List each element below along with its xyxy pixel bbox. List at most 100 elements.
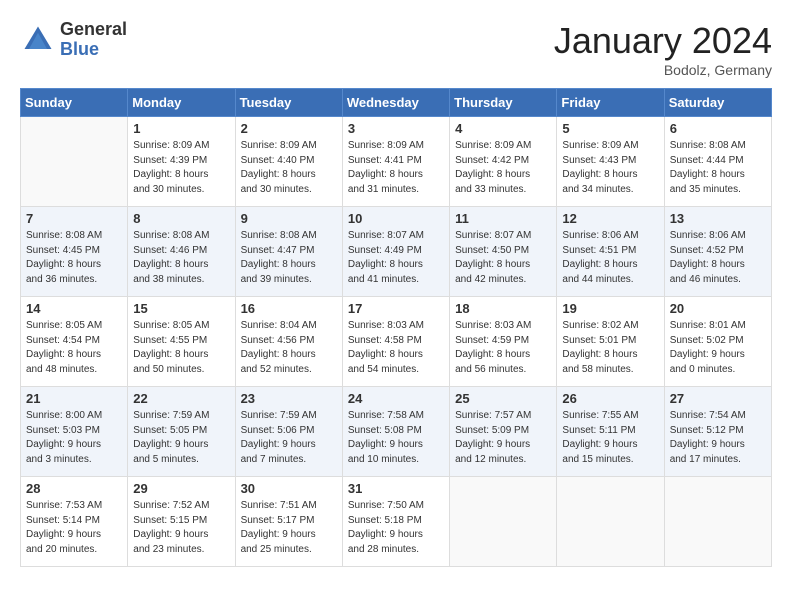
location: Bodolz, Germany [554,62,772,78]
page-header: General Blue January 2024 Bodolz, German… [20,20,772,78]
day-info: Sunrise: 7:53 AM Sunset: 5:14 PM Dayligh… [26,499,122,557]
calendar-cell: 29 Sunrise: 7:52 AM Sunset: 5:15 PM Dayli… [128,477,235,567]
weekday-header-sunday: Sunday [21,89,128,117]
logo-text: General Blue [60,20,127,60]
calendar-cell: 24 Sunrise: 7:58 AM Sunset: 5:08 PM Dayli… [342,387,449,477]
day-number: 19 [562,301,658,316]
day-number: 16 [241,301,337,316]
day-info: Sunrise: 8:08 AM Sunset: 4:47 PM Dayligh… [241,229,337,287]
calendar-cell: 8 Sunrise: 8:08 AM Sunset: 4:46 PM Daylig… [128,207,235,297]
day-number: 18 [455,301,551,316]
week-row-2: 14Sunrise: 8:05 AM Sunset: 4:54 PM Dayli… [21,297,772,387]
day-info: Sunrise: 8:00 AM Sunset: 5:03 PM Dayligh… [26,409,122,467]
day-info: Sunrise: 8:09 AM Sunset: 4:39 PM Dayligh… [133,139,229,197]
day-number: 24 [348,391,444,406]
calendar-cell: 11Sunrise: 8:07 AM Sunset: 4:50 PM Dayli… [450,207,557,297]
day-info: Sunrise: 7:59 AM Sunset: 5:05 PM Dayligh… [133,409,229,467]
day-info: Sunrise: 8:03 AM Sunset: 4:58 PM Dayligh… [348,319,444,377]
day-info: Sunrise: 8:06 AM Sunset: 4:52 PM Dayligh… [670,229,766,287]
calendar-cell: 23Sunrise: 7:59 AM Sunset: 5:06 PM Dayli… [235,387,342,477]
title-area: January 2024 Bodolz, Germany [554,20,772,78]
day-info: Sunrise: 8:08 AM Sunset: 4:45 PM Dayligh… [26,229,122,287]
day-info: Sunrise: 8:05 AM Sunset: 4:55 PM Dayligh… [133,319,229,377]
week-row-0: 1 Sunrise: 8:09 AM Sunset: 4:39 PM Daylig… [21,117,772,207]
day-info: Sunrise: 7:58 AM Sunset: 5:08 PM Dayligh… [348,409,444,467]
day-info: Sunrise: 8:03 AM Sunset: 4:59 PM Dayligh… [455,319,551,377]
calendar-cell: 27Sunrise: 7:54 AM Sunset: 5:12 PM Dayli… [664,387,771,477]
calendar-cell: 22 Sunrise: 7:59 AM Sunset: 5:05 PM Dayli… [128,387,235,477]
calendar-cell: 18 Sunrise: 8:03 AM Sunset: 4:59 PM Dayli… [450,297,557,387]
day-info: Sunrise: 8:06 AM Sunset: 4:51 PM Dayligh… [562,229,658,287]
calendar-cell: 13 Sunrise: 8:06 AM Sunset: 4:52 PM Dayli… [664,207,771,297]
logo-general: General [60,20,127,40]
logo-icon [20,22,56,58]
day-info: Sunrise: 7:57 AM Sunset: 5:09 PM Dayligh… [455,409,551,467]
day-number: 7 [26,211,122,226]
day-info: Sunrise: 8:08 AM Sunset: 4:44 PM Dayligh… [670,139,766,197]
day-number: 30 [241,481,337,496]
calendar-cell: 1 Sunrise: 8:09 AM Sunset: 4:39 PM Daylig… [128,117,235,207]
day-number: 4 [455,121,551,136]
calendar-cell: 30 Sunrise: 7:51 AM Sunset: 5:17 PM Dayli… [235,477,342,567]
day-number: 6 [670,121,766,136]
day-info: Sunrise: 7:59 AM Sunset: 5:06 PM Dayligh… [241,409,337,467]
calendar-cell [450,477,557,567]
calendar-cell: 15Sunrise: 8:05 AM Sunset: 4:55 PM Dayli… [128,297,235,387]
calendar-cell: 14Sunrise: 8:05 AM Sunset: 4:54 PM Dayli… [21,297,128,387]
month-title: January 2024 [554,20,772,62]
day-info: Sunrise: 8:08 AM Sunset: 4:46 PM Dayligh… [133,229,229,287]
day-number: 1 [133,121,229,136]
calendar-cell: 3 Sunrise: 8:09 AM Sunset: 4:41 PM Daylig… [342,117,449,207]
calendar-cell: 2Sunrise: 8:09 AM Sunset: 4:40 PM Daylig… [235,117,342,207]
day-info: Sunrise: 8:02 AM Sunset: 5:01 PM Dayligh… [562,319,658,377]
calendar-table: SundayMondayTuesdayWednesdayThursdayFrid… [20,88,772,567]
weekday-header-wednesday: Wednesday [342,89,449,117]
day-number: 25 [455,391,551,406]
calendar-cell: 7 Sunrise: 8:08 AM Sunset: 4:45 PM Daylig… [21,207,128,297]
day-info: Sunrise: 8:09 AM Sunset: 4:43 PM Dayligh… [562,139,658,197]
week-row-4: 28 Sunrise: 7:53 AM Sunset: 5:14 PM Dayli… [21,477,772,567]
weekday-header-friday: Friday [557,89,664,117]
weekday-header-saturday: Saturday [664,89,771,117]
day-number: 28 [26,481,122,496]
calendar-cell: 10 Sunrise: 8:07 AM Sunset: 4:49 PM Dayli… [342,207,449,297]
day-number: 11 [455,211,551,226]
day-number: 29 [133,481,229,496]
calendar-cell: 5 Sunrise: 8:09 AM Sunset: 4:43 PM Daylig… [557,117,664,207]
calendar-cell: 16 Sunrise: 8:04 AM Sunset: 4:56 PM Dayli… [235,297,342,387]
weekday-header-monday: Monday [128,89,235,117]
day-number: 8 [133,211,229,226]
day-number: 3 [348,121,444,136]
day-info: Sunrise: 7:50 AM Sunset: 5:18 PM Dayligh… [348,499,444,557]
day-info: Sunrise: 7:55 AM Sunset: 5:11 PM Dayligh… [562,409,658,467]
day-info: Sunrise: 8:09 AM Sunset: 4:41 PM Dayligh… [348,139,444,197]
day-info: Sunrise: 7:52 AM Sunset: 5:15 PM Dayligh… [133,499,229,557]
day-number: 21 [26,391,122,406]
calendar-cell: 12Sunrise: 8:06 AM Sunset: 4:51 PM Dayli… [557,207,664,297]
logo-blue: Blue [60,40,127,60]
day-number: 13 [670,211,766,226]
day-info: Sunrise: 7:51 AM Sunset: 5:17 PM Dayligh… [241,499,337,557]
day-info: Sunrise: 8:09 AM Sunset: 4:42 PM Dayligh… [455,139,551,197]
day-number: 27 [670,391,766,406]
calendar-cell: 6 Sunrise: 8:08 AM Sunset: 4:44 PM Daylig… [664,117,771,207]
week-row-1: 7 Sunrise: 8:08 AM Sunset: 4:45 PM Daylig… [21,207,772,297]
calendar-cell: 31Sunrise: 7:50 AM Sunset: 5:18 PM Dayli… [342,477,449,567]
day-number: 14 [26,301,122,316]
day-info: Sunrise: 8:01 AM Sunset: 5:02 PM Dayligh… [670,319,766,377]
calendar-cell: 19 Sunrise: 8:02 AM Sunset: 5:01 PM Dayli… [557,297,664,387]
weekday-header-thursday: Thursday [450,89,557,117]
day-number: 10 [348,211,444,226]
day-info: Sunrise: 8:09 AM Sunset: 4:40 PM Dayligh… [241,139,337,197]
calendar-cell: 17Sunrise: 8:03 AM Sunset: 4:58 PM Dayli… [342,297,449,387]
weekday-header-row: SundayMondayTuesdayWednesdayThursdayFrid… [21,89,772,117]
day-info: Sunrise: 8:04 AM Sunset: 4:56 PM Dayligh… [241,319,337,377]
weekday-header-tuesday: Tuesday [235,89,342,117]
day-number: 22 [133,391,229,406]
day-number: 5 [562,121,658,136]
day-number: 9 [241,211,337,226]
calendar-cell: 20Sunrise: 8:01 AM Sunset: 5:02 PM Dayli… [664,297,771,387]
calendar-cell [21,117,128,207]
day-info: Sunrise: 8:07 AM Sunset: 4:49 PM Dayligh… [348,229,444,287]
calendar-cell [664,477,771,567]
